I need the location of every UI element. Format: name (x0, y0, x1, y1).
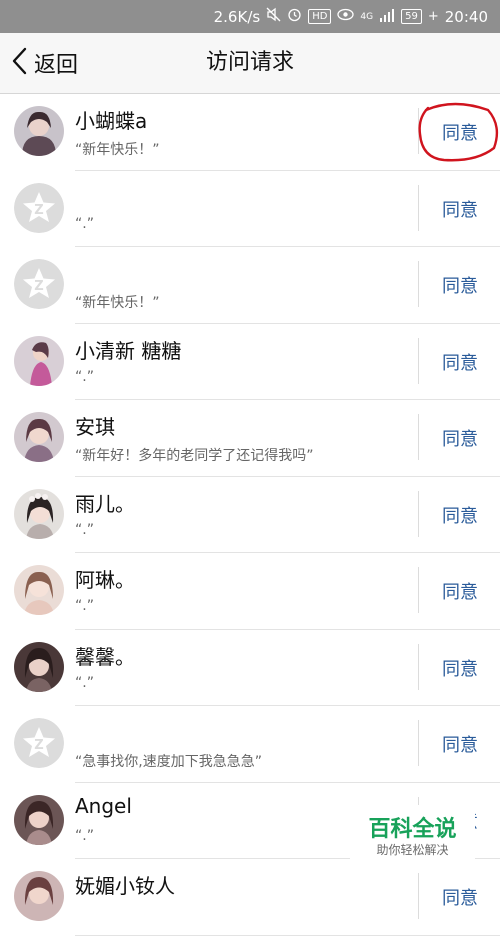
default-avatar-icon[interactable]: Z (14, 182, 64, 233)
accept-button[interactable]: 同意 (420, 477, 500, 553)
divider (418, 337, 419, 384)
accept-button[interactable]: 同意 (420, 706, 500, 782)
signal-icon (379, 8, 395, 26)
chevron-left-icon (10, 47, 28, 79)
request-row[interactable]: 雨儿。 “.” 同意 (0, 476, 500, 553)
signal-label: 4G (360, 11, 374, 22)
request-row[interactable]: Z “新年快乐！” 同意 (0, 247, 500, 324)
avatar[interactable] (14, 641, 64, 692)
avatar[interactable] (14, 335, 64, 386)
request-row[interactable]: 小清新 糖糖 “.” 同意 (0, 323, 500, 400)
default-avatar-icon[interactable]: Z (14, 259, 64, 309)
divider (418, 414, 419, 460)
accept-button[interactable]: 同意 (420, 94, 500, 170)
avatar[interactable] (14, 871, 64, 921)
avatar[interactable] (14, 106, 64, 156)
contact-name: Angel (75, 793, 132, 818)
back-button[interactable]: 返回 (10, 33, 78, 93)
eye-icon (337, 8, 355, 25)
svg-text:Z: Z (34, 203, 43, 218)
request-row[interactable]: 阿琳。 “.” 同意 (0, 553, 500, 630)
avatar[interactable] (14, 565, 64, 615)
contact-name: 雨儿。 (75, 491, 135, 516)
request-message: “.” (75, 674, 94, 691)
request-message: “.” (75, 827, 94, 844)
watermark-subtitle: 助你轻松解决 (376, 843, 449, 857)
request-message: “.” (75, 598, 94, 614)
divider (418, 643, 419, 690)
battery-level: 59 (401, 9, 422, 24)
contact-name: 小清新 糖糖 (75, 338, 182, 363)
back-label: 返回 (34, 53, 79, 78)
clock: 20:40 (444, 7, 488, 26)
nav-bar: 返回 访问请求 (0, 33, 500, 94)
request-row[interactable]: 妩媚小钕人 同意 (0, 859, 500, 936)
request-message: “.” (75, 215, 94, 232)
contact-name: 妩媚小钕人 (75, 874, 175, 898)
request-message: “新年好！多年的老同学了还记得我吗” (75, 448, 314, 464)
divider (418, 108, 419, 154)
accept-button[interactable]: 同意 (420, 859, 500, 935)
contact-name: 安琪 (75, 415, 115, 439)
alarm-icon (287, 7, 302, 26)
avatar[interactable] (14, 794, 64, 845)
request-message: “急事找你,速度加下我急急急” (75, 754, 262, 770)
mute-icon (266, 7, 281, 26)
divider (418, 490, 419, 537)
request-message: “新年快乐！” (75, 295, 160, 311)
request-row[interactable]: Z “急事找你,速度加下我急急急” 同意 (0, 706, 500, 783)
contact-name: 馨馨。 (75, 644, 135, 669)
accept-button[interactable]: 同意 (420, 324, 500, 400)
accept-button[interactable]: 同意 (420, 400, 500, 476)
request-message: “新年快乐！” (75, 142, 160, 158)
contact-name: 小蝴蝶a (75, 109, 148, 133)
request-message: “.” (75, 368, 94, 385)
svg-text:Z: Z (34, 279, 43, 294)
request-message: “.” (75, 521, 94, 538)
request-row[interactable]: 小蝴蝶a “新年快乐！” 同意 (0, 94, 500, 171)
request-row[interactable]: 馨馨。 “.” 同意 (0, 629, 500, 706)
divider (418, 873, 419, 919)
contact-name: 阿琳。 (75, 568, 135, 592)
accept-button[interactable]: 同意 (420, 553, 500, 629)
request-row[interactable]: Z “.” 同意 (0, 170, 500, 247)
plus-icon: + (427, 9, 439, 24)
accept-button[interactable]: 同意 (420, 171, 500, 247)
divider (418, 567, 419, 613)
divider (418, 184, 419, 231)
status-bar: 2.6K/s HD 4G 59 + 20:40 (0, 0, 500, 33)
svg-text:Z: Z (34, 738, 43, 753)
avatar[interactable] (14, 488, 64, 539)
accept-button[interactable]: 同意 (420, 630, 500, 706)
accept-button[interactable]: 同意 (420, 247, 500, 323)
divider (418, 261, 419, 307)
request-row[interactable]: 安琪 “新年好！多年的老同学了还记得我吗” 同意 (0, 400, 500, 477)
watermark-title: 百科全说 (368, 817, 457, 842)
hd-badge: HD (308, 9, 332, 24)
watermark: 百科全说 助你轻松解决 (350, 805, 475, 862)
avatar[interactable] (14, 412, 64, 462)
default-avatar-icon[interactable]: Z (14, 718, 64, 768)
divider (418, 720, 419, 766)
network-speed: 2.6K/s (213, 7, 261, 26)
